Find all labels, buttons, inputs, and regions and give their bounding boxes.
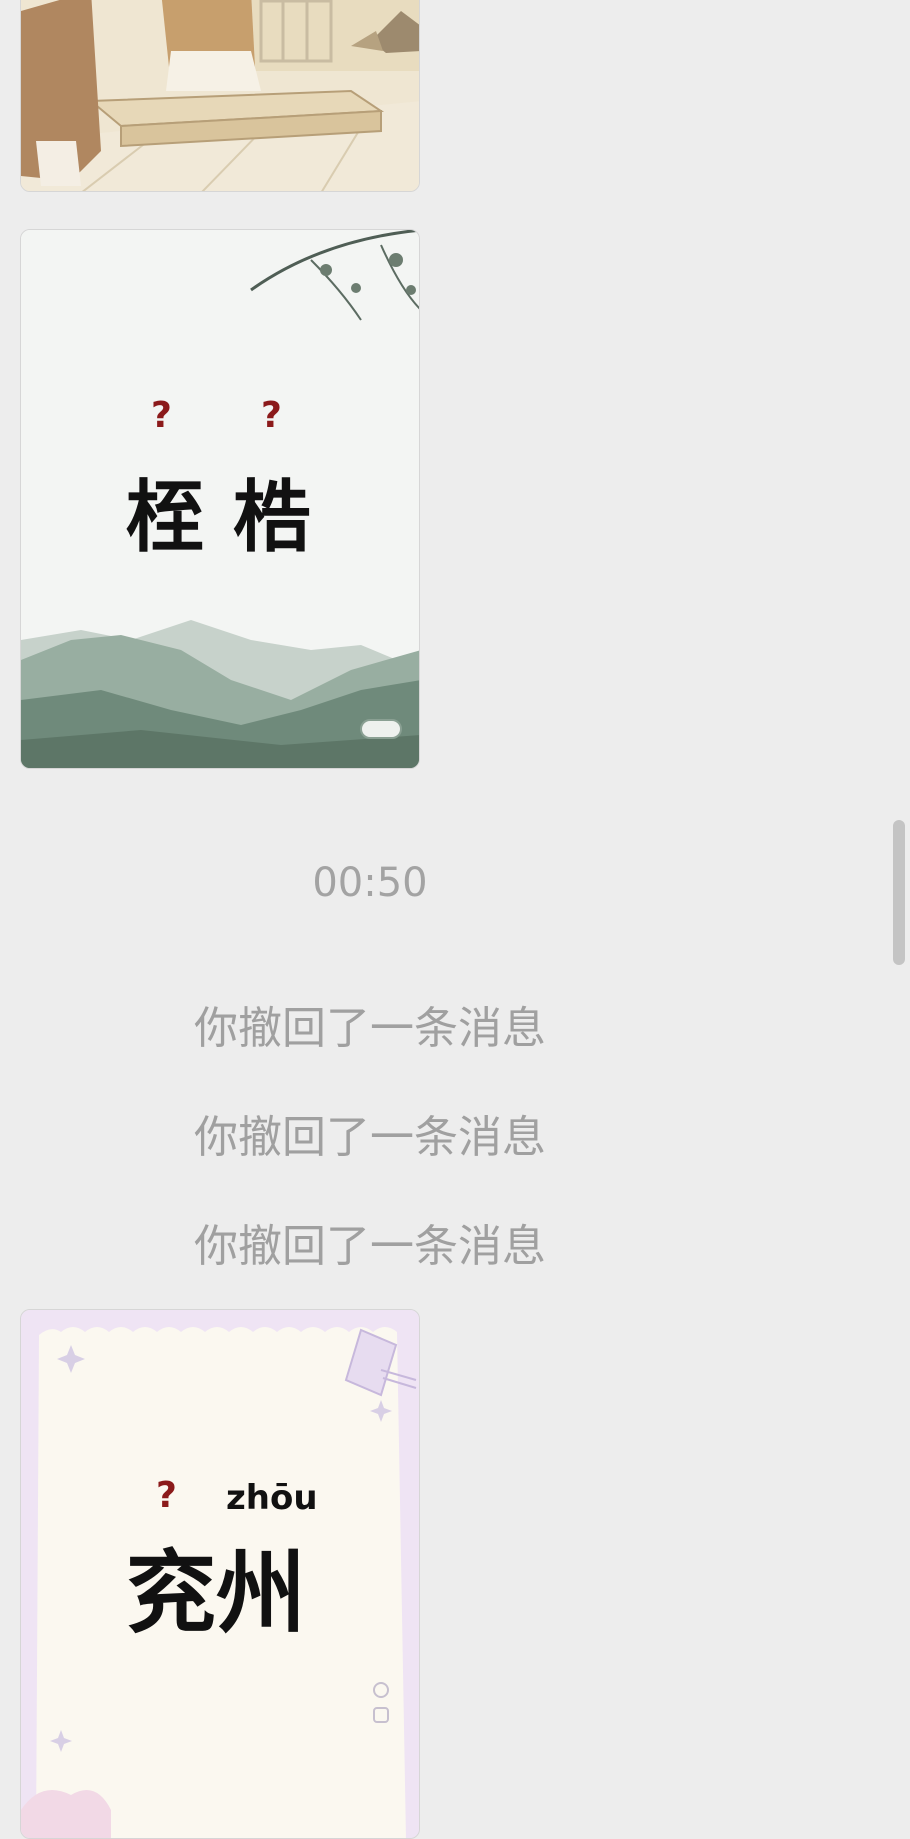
scrollbar-thumb[interactable]: [893, 820, 905, 965]
illustration-scene: [21, 0, 419, 191]
question-mark: ?: [261, 395, 282, 436]
character-gu: 梏: [233, 473, 312, 563]
image-message-yanzhou[interactable]: ? zhōu 兖州: [20, 1309, 420, 1839]
recalled-message-notice: 你撤回了一条消息: [194, 1003, 546, 1054]
question-mark: ?: [151, 395, 172, 436]
pinyin-zhou: zhōu: [226, 1478, 318, 1518]
image-message-illustration[interactable]: [20, 0, 420, 192]
message-timestamp: 00:50: [312, 860, 428, 906]
word-yanzhou: 兖州: [126, 1541, 306, 1646]
ink-landscape: [21, 230, 419, 768]
recalled-message-notice: 你撤回了一条消息: [194, 1221, 546, 1272]
recalled-message-notice: 你撤回了一条消息: [194, 1112, 546, 1163]
question-mark: ?: [156, 1475, 177, 1516]
character-zhi: 桎: [126, 473, 205, 563]
image-message-zhigu[interactable]: ? ? 桎 梏: [20, 229, 420, 769]
